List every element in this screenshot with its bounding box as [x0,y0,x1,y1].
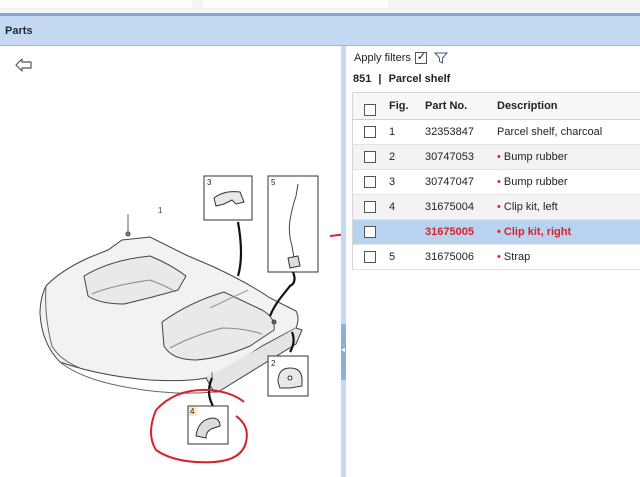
table-row[interactable]: 1 32353847 Parcel shelf, charcoal [353,120,640,145]
row-description: • Clip kit, left [497,201,558,213]
row-bullet: • [497,226,501,238]
parcel-shelf-drawing[interactable] [39,214,303,394]
row-description: • Bump rubber [497,176,568,188]
row-checkbox[interactable] [364,176,376,191]
table-row[interactable]: 5 31675006 • Strap [353,245,640,270]
table-header-row: Fig. Part No. Description [353,93,640,120]
row-part-no: 30747047 [425,176,474,188]
row-part-no: 32353847 [425,126,474,138]
row-bullet: • [497,251,501,263]
row-checkbox[interactable] [364,126,376,141]
header-description[interactable]: Description [497,93,558,120]
apply-filters-checkbox[interactable] [414,50,427,64]
funnel-icon[interactable] [433,52,448,64]
apply-filters-label: Apply filters [354,52,411,64]
row-fig: 3 [389,176,396,188]
row-checkbox[interactable] [364,226,376,241]
collapse-arrow-icon[interactable]: ◂ [341,346,345,354]
window-top-strip [0,0,640,13]
row-checkbox[interactable] [364,251,376,266]
row-part-no: 31675004 [425,201,474,213]
top-strip-segment [0,0,192,8]
section-heading: 851 | Parcel shelf [353,73,450,85]
row-description: • Strap [497,251,531,263]
row-description: Parcel shelf, charcoal [497,126,603,138]
row-fig: 2 [389,151,396,163]
row-bullet: • [497,176,501,188]
header-part-no[interactable]: Part No. [425,93,467,120]
callout-bump2-label: 2 [271,359,276,368]
row-fig: 5 [389,251,396,263]
row-fig: 1 [389,126,396,138]
callout-clip4-label: 4 [190,407,195,416]
table-row[interactable]: 3 30747047 • Bump rubber [353,170,640,195]
header-fig[interactable]: Fig. [389,93,409,120]
callout-bump3-label: 3 [207,178,212,187]
row-description: • Bump rubber [497,151,568,163]
table-row[interactable]: 4 31675004 • Clip kit, left [353,195,640,220]
parts-table: Fig. Part No. Description 1 32353847 Par… [352,92,640,270]
row-part-no: 30747053 [425,151,474,163]
row-part-no: 31675005 [425,226,474,238]
row-part-no: 31675006 [425,251,474,263]
section-separator: | [378,73,382,85]
callout-strap5-label: 5 [271,178,276,187]
section-name: Parcel shelf [388,73,451,85]
row-fig: 4 [389,201,396,213]
filter-bar: Apply filters [354,50,448,64]
row-description: • Clip kit, right [497,226,572,238]
panel-header: Parts [0,13,640,46]
row-bullet: • [497,201,501,213]
row-bullet: • [497,151,501,163]
row-checkbox[interactable] [364,151,376,166]
diagram-pane: 1 3 5 2 4 [0,46,341,477]
section-id: 851 [353,73,372,85]
table-row[interactable]: 2 30747053 • Bump rubber [353,145,640,170]
callout-shelf-label: 1 [158,206,163,215]
callout-strap-5[interactable] [267,175,319,273]
top-strip-segment [203,0,388,8]
table-row-selected[interactable]: 31675005 • Clip kit, right [353,220,640,245]
row-checkbox[interactable] [364,201,376,216]
parts-diagram: 1 3 5 2 4 [39,175,341,464]
panel-title: Parts [5,25,33,37]
parts-list-pane: Apply filters 851 | Parcel shelf Fig. Pa… [346,46,640,477]
